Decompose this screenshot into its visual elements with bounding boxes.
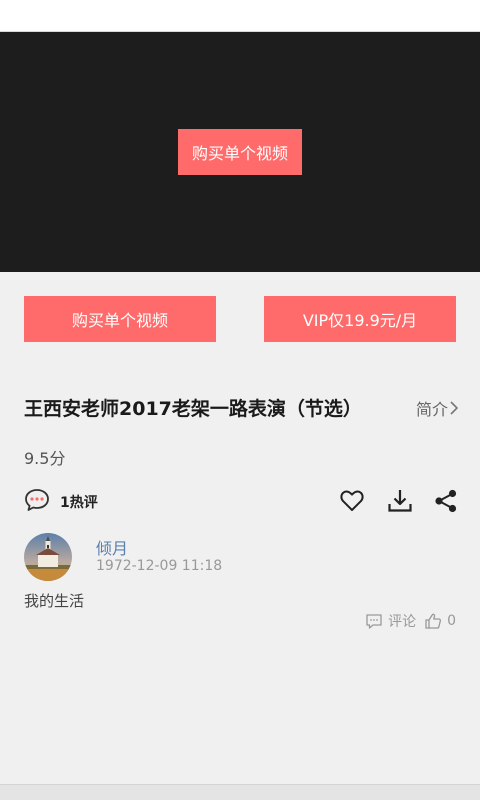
- comment-bubble-icon[interactable]: [24, 488, 50, 512]
- heart-icon[interactable]: [339, 488, 365, 514]
- avatar[interactable]: [24, 533, 72, 581]
- hot-comments-label[interactable]: 1热评: [60, 492, 98, 512]
- comment-actions: 评论 0: [365, 611, 456, 631]
- purchase-row: 购买单个视频 VIP仅19.9元/月: [0, 296, 480, 342]
- action-row: 1热评: [0, 484, 480, 518]
- status-bar: [0, 0, 480, 32]
- video-score: 9.5分: [24, 449, 66, 468]
- video-player[interactable]: 购买单个视频: [0, 32, 480, 272]
- download-icon[interactable]: [387, 488, 413, 514]
- reply-label[interactable]: 评论: [388, 611, 416, 631]
- intro-label: 简介: [415, 400, 448, 419]
- buy-single-video-button[interactable]: 购买单个视频: [24, 296, 216, 342]
- bottom-bar: [0, 784, 480, 800]
- reply-icon[interactable]: [365, 612, 383, 630]
- comment-content: 我的生活: [24, 592, 85, 610]
- video-title: 王西安老师2017老架一路表演（节选）: [24, 398, 362, 420]
- chevron-right-icon: [450, 401, 458, 415]
- comment-username[interactable]: 倾月: [96, 535, 128, 559]
- share-icon[interactable]: [433, 488, 459, 514]
- intro-link[interactable]: 简介: [416, 396, 458, 420]
- player-buy-single-button[interactable]: 购买单个视频: [178, 129, 302, 175]
- thumbs-up-icon[interactable]: [424, 612, 442, 630]
- like-count: 0: [447, 613, 456, 629]
- vip-subscribe-button[interactable]: VIP仅19.9元/月: [264, 296, 456, 342]
- comment-timestamp: 1972-12-09 11:18: [96, 558, 223, 574]
- avatar-image: [24, 533, 72, 581]
